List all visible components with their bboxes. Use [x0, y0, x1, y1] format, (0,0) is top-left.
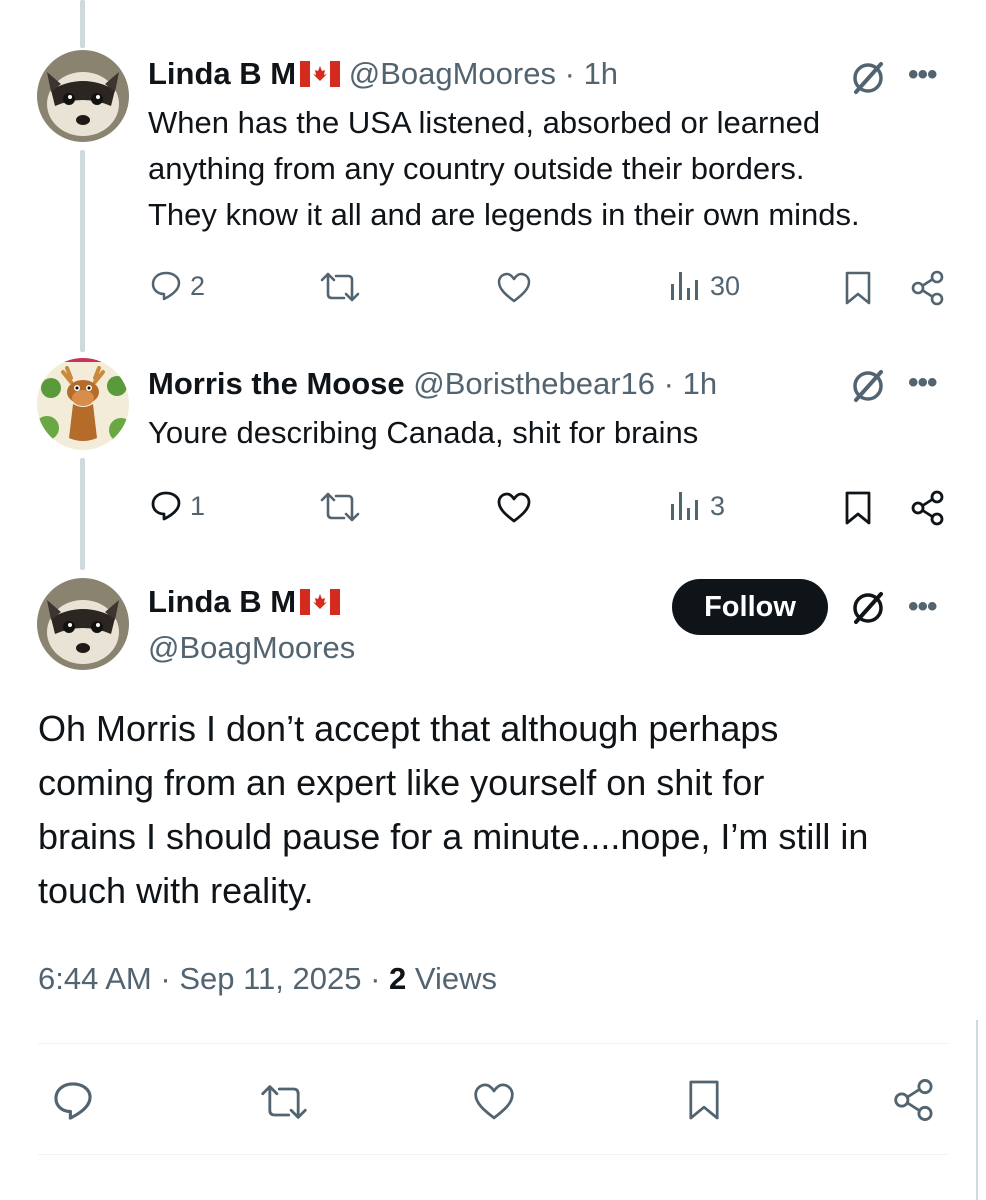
avatar-raccoon[interactable] [37, 578, 129, 670]
main-author-handle-row: @BoagMoores [148, 630, 355, 666]
author-name[interactable]: Morris the Moose [148, 366, 405, 401]
bookmark-icon [843, 270, 873, 306]
text-line: anything from any country outside their … [148, 151, 805, 186]
reply-icon [150, 270, 182, 302]
text-line: When has the USA listened, absorbed or l… [148, 105, 821, 140]
post-date[interactable]: Sep 11, 2025 [179, 961, 361, 996]
thread-line-2 [80, 458, 85, 570]
more-icon[interactable]: ••• [908, 366, 937, 400]
like-button[interactable] [472, 1082, 516, 1122]
reply-button[interactable]: 1 [150, 490, 205, 522]
scrollbar[interactable] [976, 1020, 978, 1200]
post-meta: 6:44 AM · Sep 11, 2025 · 2 Views [38, 961, 497, 997]
text-line: Youre describing Canada, shit for brains [148, 415, 699, 450]
separator: · [663, 366, 674, 401]
bookmark-icon [686, 1078, 722, 1122]
divider [38, 1154, 948, 1155]
repost-icon [318, 492, 362, 522]
post-time[interactable]: 1h [584, 56, 618, 91]
separator: · [564, 56, 575, 91]
author-name[interactable]: Linda B M [148, 56, 296, 91]
bookmark-button[interactable] [843, 490, 873, 526]
views-icon [668, 490, 702, 522]
views-count: 3 [710, 490, 726, 521]
post-time[interactable]: 6:44 AM [38, 961, 152, 996]
separator: · [160, 961, 171, 996]
divider [38, 1043, 948, 1044]
thread-line-top [80, 0, 85, 48]
bookmark-button[interactable] [843, 270, 873, 306]
views-count: 2 [389, 961, 407, 996]
main-author-name[interactable]: Linda B M [148, 584, 341, 620]
bookmark-icon [843, 490, 873, 526]
like-icon [472, 1082, 516, 1122]
like-button[interactable] [496, 272, 532, 304]
author-handle[interactable]: @Boristhebear16 [413, 366, 655, 401]
share-icon [892, 1078, 936, 1122]
reply2-header: Morris the Moose @Boristhebear16 · 1h [148, 366, 717, 402]
author-handle[interactable]: @BoagMoores [148, 630, 355, 665]
views-button[interactable]: 30 [668, 270, 740, 302]
reply-icon [52, 1080, 94, 1122]
author-handle[interactable]: @BoagMoores [349, 56, 556, 91]
avatar-moose[interactable] [37, 358, 129, 450]
avatar-raccoon[interactable] [37, 50, 129, 142]
author-name[interactable]: Linda B M [148, 584, 296, 619]
views-label: Views [414, 961, 498, 996]
like-icon [496, 492, 532, 524]
reply-button[interactable]: 2 [150, 270, 205, 302]
reply-count: 2 [190, 270, 206, 301]
share-button[interactable] [892, 1078, 936, 1122]
repost-icon [318, 272, 362, 302]
canada-flag-icon [300, 59, 341, 87]
grok-icon[interactable] [848, 58, 888, 103]
repost-button[interactable] [258, 1084, 310, 1120]
share-button[interactable] [910, 490, 946, 526]
reply2-text: Youre describing Canada, shit for brains [148, 410, 698, 456]
reply-button[interactable] [52, 1080, 94, 1122]
canada-flag-icon [300, 587, 341, 615]
text-line: coming from an expert like yourself on s… [38, 762, 765, 803]
reply-count: 1 [190, 490, 206, 521]
views-count: 30 [710, 270, 741, 301]
grok-icon[interactable] [848, 588, 888, 633]
more-icon[interactable]: ••• [908, 58, 937, 92]
text-line: touch with reality. [38, 870, 314, 911]
repost-button[interactable] [318, 272, 362, 302]
text-line: They know it all and are legends in thei… [148, 197, 860, 232]
repost-icon [258, 1084, 310, 1120]
share-icon [910, 490, 946, 526]
post-time[interactable]: 1h [683, 366, 717, 401]
share-icon [910, 270, 946, 306]
views-button[interactable]: 3 [668, 490, 725, 522]
like-icon [496, 272, 532, 304]
text-line: brains I should pause for a minute....no… [38, 816, 869, 857]
reply1-text: When has the USA listened, absorbed or l… [148, 100, 860, 238]
views-icon [668, 270, 702, 302]
follow-button[interactable]: Follow [672, 579, 828, 635]
text-line: Oh Morris I don’t accept that although p… [38, 708, 779, 749]
repost-button[interactable] [318, 492, 362, 522]
share-button[interactable] [910, 270, 946, 306]
reply-icon [150, 490, 182, 522]
like-button[interactable] [496, 492, 532, 524]
separator: · [370, 961, 381, 996]
main-post-text: Oh Morris I don’t accept that although p… [38, 702, 958, 918]
thread-line-1 [80, 150, 85, 352]
reply1-header: Linda B M @BoagMoores · 1h [148, 56, 618, 92]
more-icon[interactable]: ••• [908, 590, 937, 624]
grok-icon[interactable] [848, 366, 888, 411]
bookmark-button[interactable] [686, 1078, 722, 1122]
